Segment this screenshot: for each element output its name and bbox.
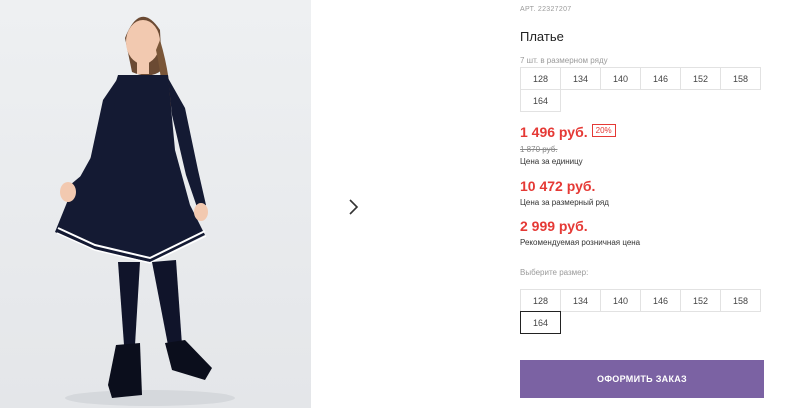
size-option-128[interactable]: 128 bbox=[520, 289, 561, 312]
pack-size-cell: 140 bbox=[600, 67, 641, 90]
size-option-134[interactable]: 134 bbox=[560, 289, 601, 312]
pack-size-cell: 146 bbox=[640, 67, 681, 90]
size-option-152[interactable]: 152 bbox=[680, 289, 721, 312]
pack-note: 7 шт. в размерном ряду bbox=[520, 56, 608, 65]
pack-price-row: 10 472 руб. bbox=[520, 178, 595, 196]
product-title: Платье bbox=[520, 29, 564, 44]
pack-size-cell: 152 bbox=[680, 67, 721, 90]
unit-price: 1 496 руб. bbox=[520, 124, 588, 140]
unit-price-row: 1 496 руб. 20% bbox=[520, 124, 616, 142]
product-gallery bbox=[0, 0, 495, 408]
unit-price-caption: Цена за единицу bbox=[520, 157, 583, 166]
retail-price-row: 2 999 руб. bbox=[520, 218, 588, 236]
old-price: 1 870 руб. bbox=[520, 145, 558, 154]
size-option-164[interactable]: 164 bbox=[520, 311, 561, 334]
product-photo bbox=[0, 0, 311, 408]
size-option-146[interactable]: 146 bbox=[640, 289, 681, 312]
pack-size-cell: 134 bbox=[560, 67, 601, 90]
size-selector: 128 134 140 146 152 158 164 bbox=[520, 289, 768, 334]
pack-size-grid: 128 134 140 146 152 158 164 bbox=[520, 67, 768, 112]
retail-price-caption: Рекомендуемая розничная цена bbox=[520, 238, 641, 247]
pack-price: 10 472 руб. bbox=[520, 178, 596, 194]
pack-size-cell: 128 bbox=[520, 67, 561, 90]
place-order-button[interactable]: ОФОРМИТЬ ЗАКАЗ bbox=[520, 360, 764, 398]
choose-size-label: Выберите размер: bbox=[520, 268, 589, 277]
article-number: АРТ. 22327207 bbox=[520, 6, 572, 13]
next-image-button[interactable] bbox=[334, 188, 372, 226]
model-in-dress-image bbox=[55, 16, 235, 406]
pack-size-cell: 164 bbox=[520, 89, 561, 112]
retail-price: 2 999 руб. bbox=[520, 218, 588, 234]
discount-badge: 20% bbox=[591, 124, 616, 138]
chevron-right-icon bbox=[349, 199, 359, 215]
pack-price-caption: Цена за размерный ряд bbox=[520, 198, 609, 207]
size-option-158[interactable]: 158 bbox=[720, 289, 761, 312]
pack-size-cell: 158 bbox=[720, 67, 761, 90]
size-option-140[interactable]: 140 bbox=[600, 289, 641, 312]
